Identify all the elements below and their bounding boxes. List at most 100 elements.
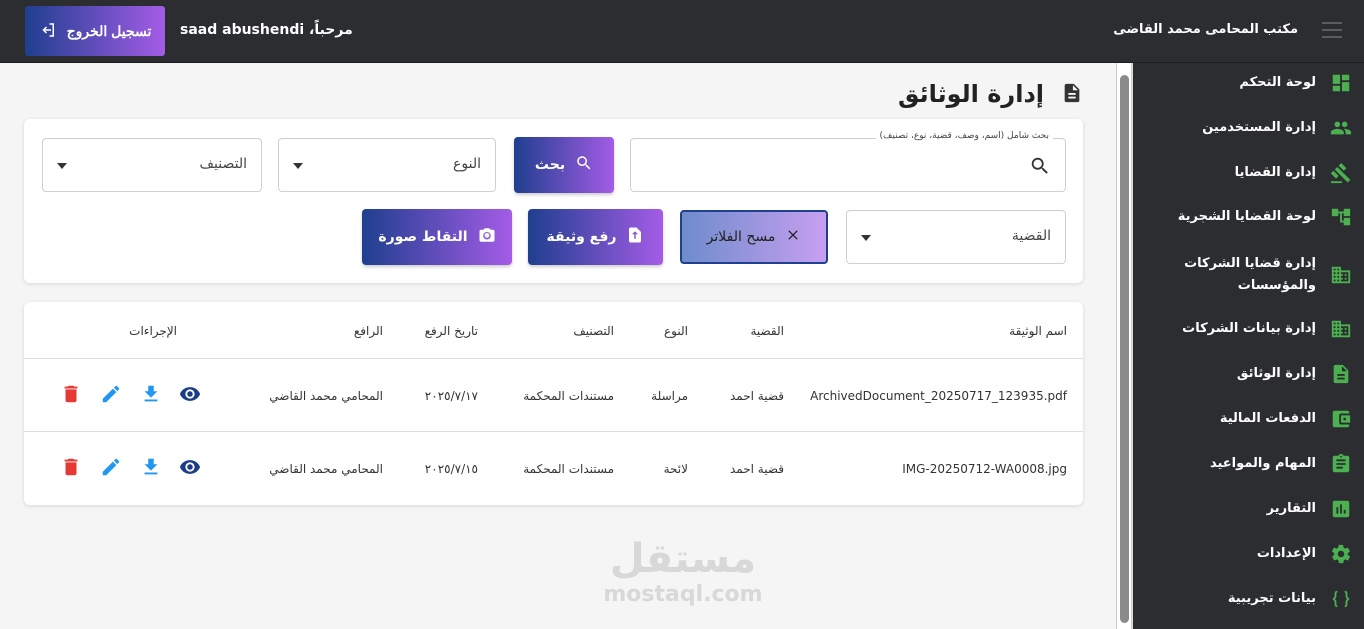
type-select[interactable]: النوع xyxy=(278,138,496,192)
documents-table: اسم الوثيقة القضية النوع التصنيف تاريخ ا… xyxy=(24,302,1083,505)
delete-icon[interactable] xyxy=(60,456,82,478)
document-date: ٢٠٢٥/٧/١٥ xyxy=(424,462,478,476)
document-name: IMG-20250712-WA0008.jpg xyxy=(902,462,1067,476)
logout-label: تسجيل الخروج xyxy=(66,22,152,39)
document-category: مستندات المحكمة xyxy=(523,462,614,476)
sidebar-item-company-data[interactable]: إدارة بيانات الشركات xyxy=(1140,318,1352,340)
edit-icon[interactable] xyxy=(100,383,122,405)
sidebar-item-payments[interactable]: الدفعات المالية xyxy=(1140,408,1352,430)
document-name: ArchivedDocument_20250717_123935.pdf xyxy=(810,389,1067,403)
sidebar-item-label: إدارة قضايا الشركات والمؤسسات xyxy=(1184,256,1316,293)
upload-document-button[interactable]: رفع وثيقة xyxy=(528,209,663,265)
sidebar-item-label: التقارير xyxy=(1266,501,1316,516)
sidebar-item-label: بيانات تجريبية xyxy=(1227,591,1316,606)
case-select[interactable]: القضية xyxy=(846,210,1066,264)
sidebar-item-label: إدارة بيانات الشركات xyxy=(1182,321,1316,336)
menu-icon[interactable] xyxy=(1322,22,1342,40)
sidebar-item-case-tree[interactable]: لوحة القضايا الشجرية xyxy=(1140,206,1352,228)
sidebar-item-label: الإعدادات xyxy=(1256,546,1316,561)
sidebar-item-label: إدارة الوثائق xyxy=(1236,366,1316,381)
sidebar-item-tasks[interactable]: المهام والمواعيد xyxy=(1140,453,1352,475)
sidebar-item-settings[interactable]: الإعدادات xyxy=(1140,543,1352,565)
capture-photo-label: التقاط صورة xyxy=(378,229,468,245)
document-type: مراسلة xyxy=(651,389,688,403)
chevron-down-icon xyxy=(57,163,67,169)
sidebar-item-dashboard[interactable]: لوحة التحكم xyxy=(1140,72,1352,94)
filters-card: بحث شامل (اسم، وصف، قضية، نوع، تصنيف) بح… xyxy=(24,119,1083,283)
download-icon[interactable] xyxy=(140,383,162,405)
clear-filters-label: مسح الفلاتر xyxy=(706,229,776,245)
chevron-down-icon xyxy=(293,163,303,169)
sidebar-item-documents[interactable]: إدارة الوثائق xyxy=(1140,363,1352,385)
top-app-bar: مكتب المحامى محمد القاضى مرحباً، saad ab… xyxy=(0,0,1364,63)
clear-filters-button[interactable]: مسح الفلاتر xyxy=(680,210,828,264)
case-select-value: القضية xyxy=(1011,228,1051,244)
column-header-category: التصنيف xyxy=(573,324,614,338)
document-case: قضية احمد xyxy=(730,462,784,476)
table-header: اسم الوثيقة القضية النوع التصنيف تاريخ ا… xyxy=(24,302,1083,359)
search-input[interactable]: بحث شامل (اسم، وصف، قضية، نوع، تصنيف) xyxy=(630,131,1066,192)
tree-icon xyxy=(1330,206,1352,228)
logout-button[interactable]: تسجيل الخروج xyxy=(25,6,165,56)
wallet-icon xyxy=(1330,408,1352,430)
logout-icon xyxy=(39,21,57,42)
sidebar-item-label: المهام والمواعيد xyxy=(1209,456,1316,471)
upload-icon xyxy=(626,226,644,248)
document-icon xyxy=(1330,363,1352,385)
clipboard-icon xyxy=(1330,453,1352,475)
scrollbar-thumb[interactable] xyxy=(1120,75,1129,623)
edit-icon[interactable] xyxy=(100,456,122,478)
document-uploader: المحامي محمد القاضي xyxy=(269,462,383,476)
column-header-type: النوع xyxy=(664,324,688,338)
dashboard-icon xyxy=(1330,72,1352,94)
view-icon[interactable] xyxy=(179,383,201,405)
page-title: إدارة الوثائق xyxy=(897,80,1044,108)
column-header-case: القضية xyxy=(750,324,784,338)
sidebar-item-company-cases[interactable]: إدارة قضايا الشركات والمؤسسات xyxy=(1140,253,1352,297)
sidebar-item-users[interactable]: إدارة المستخدمين xyxy=(1140,117,1352,139)
search-button-label: بحث xyxy=(534,157,566,173)
chart-icon xyxy=(1330,498,1352,520)
column-header-actions: الإجراءات xyxy=(129,324,177,338)
view-icon[interactable] xyxy=(179,456,201,478)
document-uploader: المحامي محمد القاضي xyxy=(269,389,383,403)
welcome-text: مرحباً، saad abushendi xyxy=(180,22,353,38)
sidebar-item-label: لوحة التحكم xyxy=(1239,75,1316,90)
users-icon xyxy=(1330,117,1352,139)
camera-icon xyxy=(478,226,496,248)
search-button[interactable]: بحث xyxy=(514,137,614,193)
column-header-date: تاريخ الرفع xyxy=(424,324,478,338)
category-select[interactable]: التصنيف xyxy=(42,138,262,192)
document-icon xyxy=(1061,82,1083,104)
search-icon xyxy=(575,154,593,176)
sidebar: لوحة التحكم إدارة المستخدمين إدارة القضا… xyxy=(1132,63,1364,629)
type-select-value: النوع xyxy=(453,156,481,172)
column-header-uploader: الرافع xyxy=(353,324,383,338)
search-label: بحث شامل (اسم، وصف، قضية، نوع، تصنيف) xyxy=(875,131,1053,141)
braces-icon xyxy=(1330,588,1352,610)
sidebar-item-reports[interactable]: التقارير xyxy=(1140,498,1352,520)
close-icon xyxy=(785,227,801,247)
sidebar-item-label: لوحة القضايا الشجرية xyxy=(1177,209,1316,224)
download-icon[interactable] xyxy=(140,456,162,478)
gavel-icon xyxy=(1330,162,1352,184)
document-date: ٢٠٢٥/٧/١٧ xyxy=(424,389,478,403)
watermark-arabic: مستقل xyxy=(609,536,757,582)
document-case: قضية احمد xyxy=(730,389,784,403)
table-row: IMG-20250712-WA0008.jpg قضية احمد لائحة … xyxy=(24,432,1083,505)
building-icon xyxy=(1330,318,1352,340)
document-type: لائحة xyxy=(663,462,688,476)
sidebar-item-cases[interactable]: إدارة القضايا xyxy=(1140,162,1352,184)
sidebar-item-label: إدارة القضايا xyxy=(1234,165,1316,180)
chevron-down-icon xyxy=(861,235,871,241)
document-category: مستندات المحكمة xyxy=(523,389,614,403)
sidebar-item-label: الدفعات المالية xyxy=(1219,411,1316,426)
search-icon xyxy=(1029,155,1051,177)
brand-title: مكتب المحامى محمد القاضى xyxy=(1113,22,1298,37)
sidebar-item-demo-data[interactable]: بيانات تجريبية xyxy=(1140,588,1352,610)
delete-icon[interactable] xyxy=(60,383,82,405)
page-scrollbar[interactable] xyxy=(1116,63,1132,629)
category-select-value: التصنيف xyxy=(199,156,247,172)
capture-photo-button[interactable]: التقاط صورة xyxy=(362,209,512,265)
column-header-name: اسم الوثيقة xyxy=(1009,324,1067,338)
